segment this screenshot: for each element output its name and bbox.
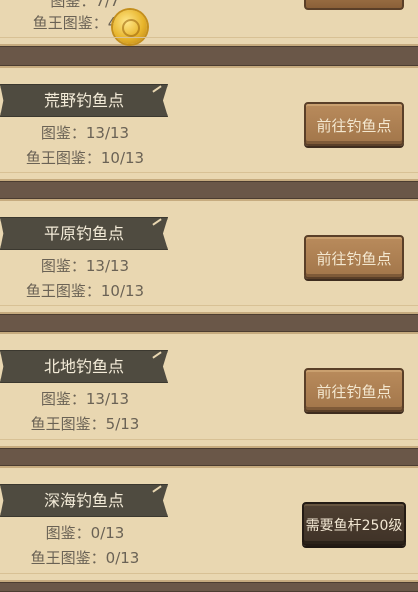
go-to-spot-button[interactable]: 前往钓鱼点 [304, 368, 404, 412]
collection-count: 图鉴：13/13 [40, 124, 130, 142]
fishing-spot-card-deep-sea: 深海钓鱼点 图鉴：0/13 鱼王图鉴：0/13 需要鱼杆250级 [0, 466, 418, 582]
collection-count: 图鉴：13/13 [40, 390, 130, 408]
go-to-spot-button-top[interactable] [304, 0, 404, 10]
fishing-spot-card-plains: 平原钓鱼点 图鉴：13/13 鱼王图鉴：10/13 前往钓鱼点 [0, 199, 418, 314]
separator [0, 582, 418, 592]
collection-count: 图鉴：0/13 [45, 524, 125, 542]
fish-king-count: 鱼王图鉴：10/13 [25, 149, 145, 167]
fish-king-count: 鱼王图鉴：0/13 [30, 549, 140, 567]
spot-name: 深海钓鱼点 [43, 491, 124, 510]
spot-name-banner: 北地钓鱼点 [0, 350, 168, 383]
separator [0, 448, 418, 466]
go-to-spot-button[interactable]: 前往钓鱼点 [304, 235, 404, 279]
spot-name-banner: 平原钓鱼点 [0, 217, 168, 250]
fishing-spot-card-wilderness: 荒野钓鱼点 图鉴：13/13 鱼王图鉴：10/13 前往钓鱼点 [0, 66, 418, 181]
spot-name: 荒野钓鱼点 [43, 91, 124, 110]
separator [0, 181, 418, 199]
gold-coin-icon [113, 10, 147, 44]
fish-king-count: 鱼王图鉴：5/13 [30, 415, 140, 433]
collection-count: 图鉴：13/13 [40, 257, 130, 275]
fishing-spot-card-north: 北地钓鱼点 图鉴：13/13 鱼王图鉴：5/13 前往钓鱼点 [0, 332, 418, 448]
locked-requirement-button[interactable]: 需要鱼杆250级 [302, 502, 406, 546]
fish-king-count: 鱼王图鉴：10/13 [25, 282, 145, 300]
spot-name: 北地钓鱼点 [43, 357, 124, 376]
collection-count: 图鉴：7/7 [50, 0, 120, 10]
separator [0, 314, 418, 332]
spot-name-banner: 深海钓鱼点 [0, 484, 168, 517]
fishing-spot-card-top: 图鉴：7/7 鱼王图鉴：4 [0, 0, 418, 46]
spot-name-banner: 荒野钓鱼点 [0, 84, 168, 117]
spot-name: 平原钓鱼点 [43, 224, 124, 243]
separator [0, 46, 418, 66]
go-to-spot-button[interactable]: 前往钓鱼点 [304, 102, 404, 146]
